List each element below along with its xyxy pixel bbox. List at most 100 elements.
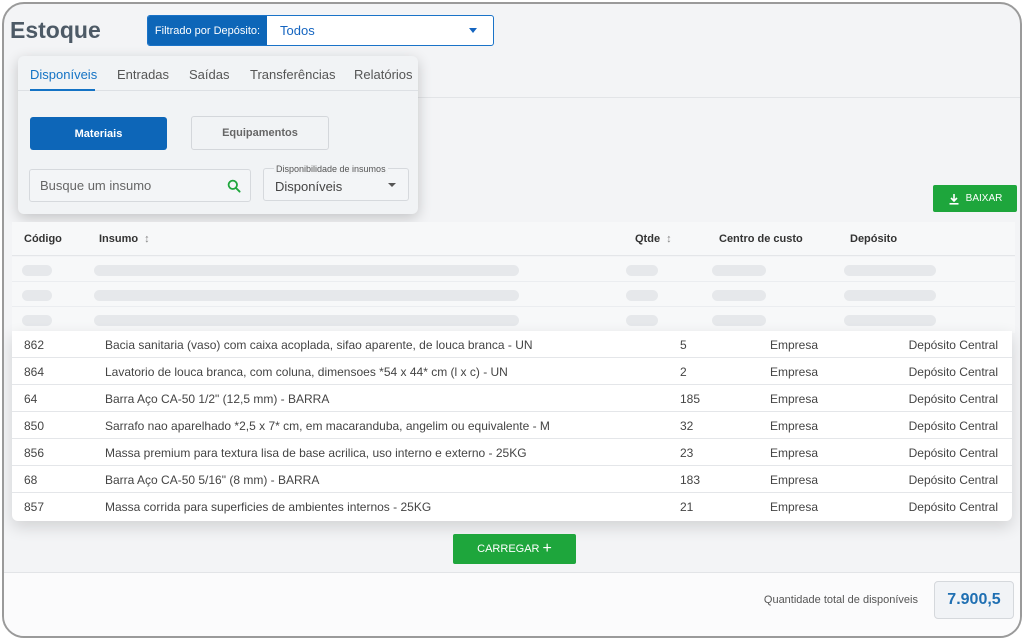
footer-summary: Quantidade total de disponíveis 7.900,5 xyxy=(4,572,1020,636)
table-row[interactable]: 857 Massa corrida para superficies de am… xyxy=(12,493,1012,520)
active-tab-indicator xyxy=(30,89,95,91)
tab-transferencias[interactable]: Transferências xyxy=(250,67,336,82)
table-row[interactable]: 864 Lavatorio de louca branca, com colun… xyxy=(12,358,1012,385)
cell-deposito: Depósito Central xyxy=(908,446,998,460)
cell-centro-custo: Empresa xyxy=(770,338,819,352)
search-box xyxy=(29,169,251,202)
skeleton-cell xyxy=(94,315,519,326)
tab-saidas[interactable]: Saídas xyxy=(189,67,229,82)
cell-centro-custo: Empresa xyxy=(770,500,819,514)
cell-deposito: Depósito Central xyxy=(908,338,998,352)
cell-insumo: Barra Aço CA-50 1/2" (12,5 mm) - BARRA xyxy=(105,392,330,406)
skeleton-row xyxy=(12,307,1015,332)
header-deposito[interactable]: Depósito xyxy=(850,233,897,245)
cell-codigo: 857 xyxy=(24,500,45,514)
cell-qtde: 21 xyxy=(680,500,694,514)
header-insumo-label: Insumo xyxy=(99,233,139,245)
header-insumo[interactable]: Insumo ↕ xyxy=(99,233,150,245)
skeleton-cell xyxy=(94,290,519,301)
cell-qtde: 5 xyxy=(680,338,687,352)
cell-insumo: Massa premium para textura lisa de base … xyxy=(105,446,527,460)
cell-deposito: Depósito Central xyxy=(908,500,998,514)
skeleton-cell xyxy=(712,315,766,326)
load-more-label: CARREGAR xyxy=(477,543,540,555)
skeleton-cell xyxy=(844,290,936,301)
chevron-down-icon xyxy=(388,183,396,187)
cell-codigo: 64 xyxy=(24,392,38,406)
sort-icon[interactable]: ↕ xyxy=(666,233,672,245)
table-row[interactable]: 856 Massa premium para textura lisa de b… xyxy=(12,439,1012,466)
cell-deposito: Depósito Central xyxy=(908,365,998,379)
skeleton-cell xyxy=(626,265,658,276)
cell-centro-custo: Empresa xyxy=(770,419,819,433)
cell-deposito: Depósito Central xyxy=(908,473,998,487)
cell-centro-custo: Empresa xyxy=(770,473,819,487)
download-button-label: BAIXAR xyxy=(965,193,1003,204)
table-row[interactable]: 64 Barra Aço CA-50 1/2" (12,5 mm) - BARR… xyxy=(12,385,1012,412)
cell-insumo: Massa corrida para superficies de ambien… xyxy=(105,500,432,514)
header-divider xyxy=(418,97,1020,98)
equipamentos-button[interactable]: Equipamentos xyxy=(191,116,329,150)
search-input[interactable] xyxy=(30,170,220,201)
total-label: Quantidade total de disponíveis xyxy=(763,594,918,606)
tab-relatorios[interactable]: Relatórios xyxy=(354,67,413,82)
stock-table: 862 Bacia sanitaria (vaso) com caixa aco… xyxy=(12,331,1012,521)
cell-codigo: 864 xyxy=(24,365,45,379)
deposit-filter-select[interactable]: Filtrado por Depósito: Todos xyxy=(147,15,494,46)
skeleton-cell xyxy=(626,315,658,326)
table-header: Código Insumo ↕ Qtde ↕ Centro de custo Dep… xyxy=(12,222,1015,256)
cell-insumo: Barra Aço CA-50 5/16" (8 mm) - BARRA xyxy=(105,473,320,487)
app-frame: Estoque Filtrado por Depósito: Todos Dis… xyxy=(2,2,1022,638)
cell-qtde: 185 xyxy=(680,392,701,406)
header-centro-custo[interactable]: Centro de custo xyxy=(719,233,803,245)
load-more-button[interactable]: CARREGAR + xyxy=(453,534,576,564)
cell-codigo: 68 xyxy=(24,473,38,487)
materiais-button[interactable]: Materiais xyxy=(30,117,167,150)
plus-icon: + xyxy=(542,539,552,557)
cell-insumo: Bacia sanitaria (vaso) com caixa acoplad… xyxy=(105,338,533,352)
cell-codigo: 862 xyxy=(24,338,45,352)
sort-icon[interactable]: ↕ xyxy=(144,233,150,245)
download-icon xyxy=(949,193,959,205)
skeleton-cell xyxy=(22,290,52,301)
skeleton-cell xyxy=(844,265,936,276)
tab-entradas[interactable]: Entradas xyxy=(117,67,169,82)
availability-select[interactable]: Disponibilidade de insumos Disponíveis xyxy=(263,164,409,201)
cell-codigo: 856 xyxy=(24,446,45,460)
cell-centro-custo: Empresa xyxy=(770,392,819,406)
header-qtde[interactable]: Qtde ↕ xyxy=(635,233,672,245)
chevron-down-icon xyxy=(469,28,477,33)
cell-insumo: Lavatorio de louca branca, com coluna, d… xyxy=(105,365,508,379)
deposit-filter-value[interactable]: Todos xyxy=(267,16,493,45)
cell-qtde: 23 xyxy=(680,446,694,460)
skeleton-row xyxy=(12,257,1015,282)
cell-centro-custo: Empresa xyxy=(770,365,819,379)
cell-qtde: 183 xyxy=(680,473,701,487)
cell-codigo: 850 xyxy=(24,419,45,433)
cell-insumo: Sarrafo nao aparelhado *2,5 x 7* cm, em … xyxy=(105,419,550,433)
download-button[interactable]: BAIXAR xyxy=(933,185,1017,212)
table-row[interactable]: 68 Barra Aço CA-50 5/16" (8 mm) - BARRA … xyxy=(12,466,1012,493)
cell-qtde: 32 xyxy=(680,419,694,433)
skeleton-cell xyxy=(22,265,52,276)
skeleton-cell xyxy=(22,315,52,326)
stock-tabs: Disponíveis Entradas Saídas Transferênci… xyxy=(18,56,418,91)
cell-deposito: Depósito Central xyxy=(908,419,998,433)
search-icon[interactable] xyxy=(227,179,241,193)
loading-skeleton xyxy=(12,257,1015,333)
total-value: 7.900,5 xyxy=(934,581,1014,619)
skeleton-cell xyxy=(712,290,766,301)
availability-value: Disponíveis xyxy=(275,179,343,194)
skeleton-cell xyxy=(94,265,519,276)
cell-centro-custo: Empresa xyxy=(770,446,819,460)
table-row[interactable]: 850 Sarrafo nao aparelhado *2,5 x 7* cm,… xyxy=(12,412,1012,439)
availability-label: Disponibilidade de insumos xyxy=(274,164,388,174)
skeleton-row xyxy=(12,282,1015,307)
cell-deposito: Depósito Central xyxy=(908,392,998,406)
tab-disponiveis[interactable]: Disponíveis xyxy=(30,67,97,82)
header-codigo[interactable]: Código xyxy=(24,233,62,245)
header-qtde-label: Qtde xyxy=(635,233,661,245)
skeleton-cell xyxy=(844,315,936,326)
table-row[interactable]: 862 Bacia sanitaria (vaso) com caixa aco… xyxy=(12,331,1012,358)
page-title: Estoque xyxy=(10,17,101,43)
